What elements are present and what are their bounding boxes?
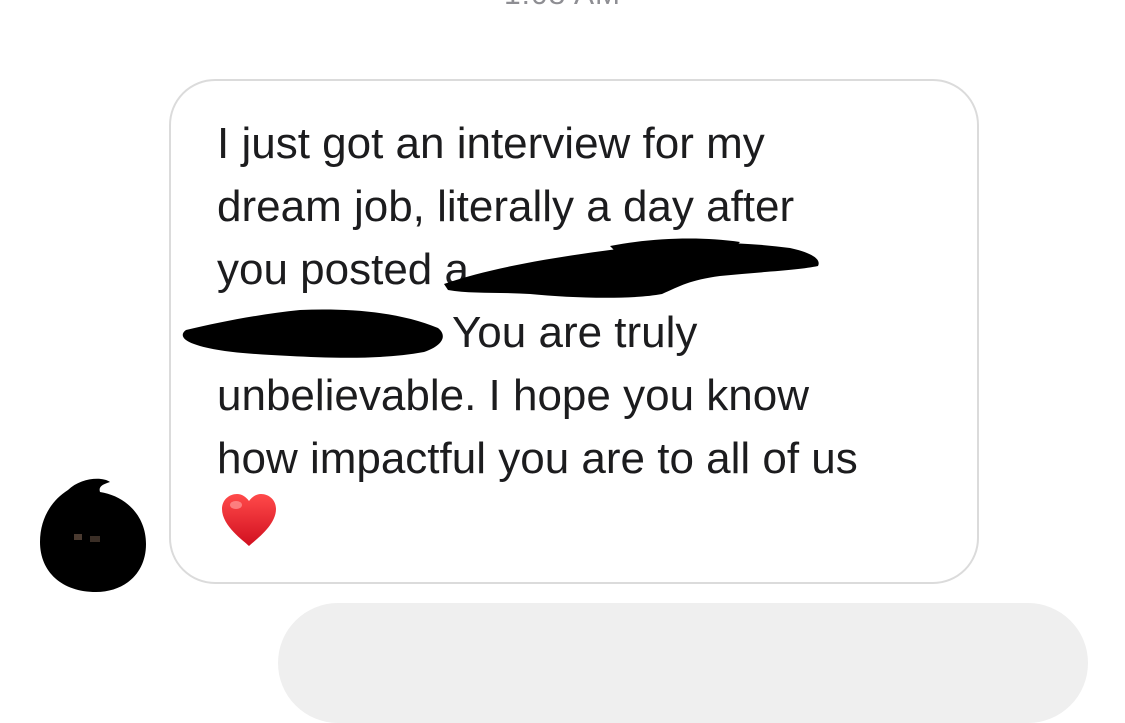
redacted-avatar-icon bbox=[40, 478, 146, 592]
message-line-1: I just got an interview for my bbox=[217, 119, 765, 168]
message-line-4: You are truly bbox=[452, 308, 698, 357]
message-timestamp: 1:08 AM bbox=[0, 0, 1125, 12]
message-line-6: how impactful you are to all of us bbox=[217, 434, 858, 483]
next-message-bubble[interactable] bbox=[278, 603, 1088, 723]
message-line-2: dream job, literally a day after bbox=[217, 182, 795, 231]
message-line-3: you posted a bbox=[217, 245, 469, 294]
heart-emoji-icon bbox=[220, 492, 278, 548]
sender-avatar[interactable] bbox=[38, 476, 148, 594]
message-line-5: unbelievable. I hope you know bbox=[217, 371, 809, 420]
